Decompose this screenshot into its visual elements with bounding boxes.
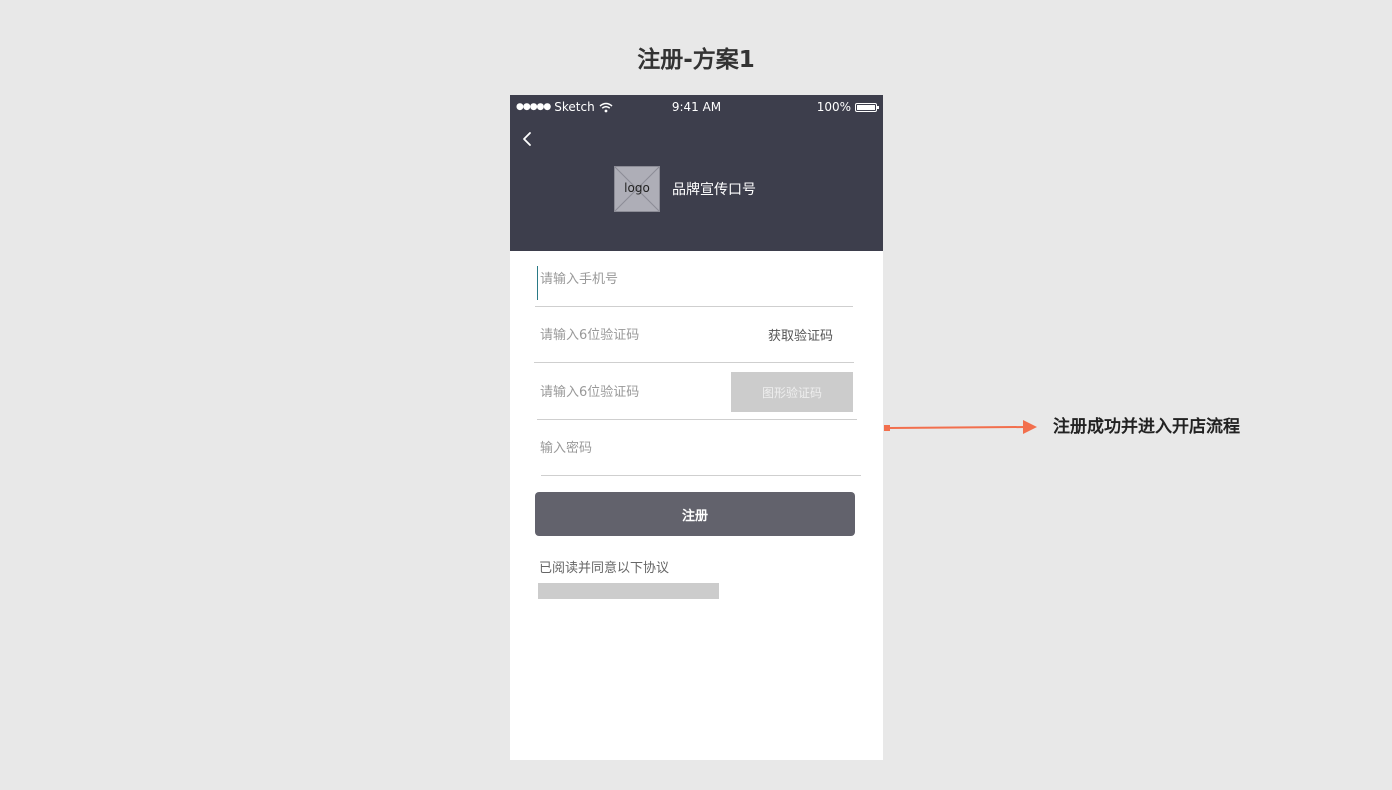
- status-right: 100%: [816, 100, 879, 114]
- phone-screen: ●●●●● Sketch 9:41 AM 100% logo 品牌宣传口号 请输…: [510, 95, 883, 760]
- arrow-right-icon: [884, 420, 1037, 434]
- get-code-button[interactable]: 获取验证码: [768, 325, 833, 344]
- back-button[interactable]: [518, 127, 540, 151]
- page-title: 注册-方案1: [637, 47, 755, 73]
- brand-slogan: 品牌宣传口号: [672, 182, 756, 198]
- brand-row: logo 品牌宣传口号: [614, 166, 756, 212]
- phone-input[interactable]: [540, 251, 720, 307]
- sms-code-field: 获取验证码: [534, 307, 855, 363]
- agreement-text: 已阅读并同意以下协议: [539, 561, 670, 576]
- agreement-link-placeholder[interactable]: [538, 583, 719, 599]
- field-divider: [534, 362, 854, 363]
- text-cursor: [537, 266, 538, 300]
- battery-percent: 100%: [816, 100, 851, 114]
- captcha-input[interactable]: [540, 364, 720, 420]
- password-input[interactable]: [540, 420, 720, 476]
- status-bar: ●●●●● Sketch 9:41 AM 100%: [510, 95, 883, 119]
- logo-label: logo: [624, 181, 650, 195]
- captcha-field: 图形验证码: [535, 364, 857, 420]
- sms-code-input[interactable]: [540, 307, 720, 363]
- flow-arrow: [883, 418, 1043, 438]
- password-field: [535, 420, 861, 476]
- logo-placeholder: logo: [614, 166, 660, 212]
- register-button[interactable]: 注册: [535, 492, 855, 536]
- flow-note: 注册成功并进入开店流程: [1053, 417, 1240, 437]
- chevron-left-icon: [523, 132, 531, 146]
- field-divider: [541, 475, 861, 476]
- captcha-image[interactable]: 图形验证码: [731, 372, 853, 412]
- app-header: ●●●●● Sketch 9:41 AM 100% logo 品牌宣传口号: [510, 95, 883, 251]
- battery-icon: [855, 102, 879, 112]
- phone-field: [535, 251, 855, 307]
